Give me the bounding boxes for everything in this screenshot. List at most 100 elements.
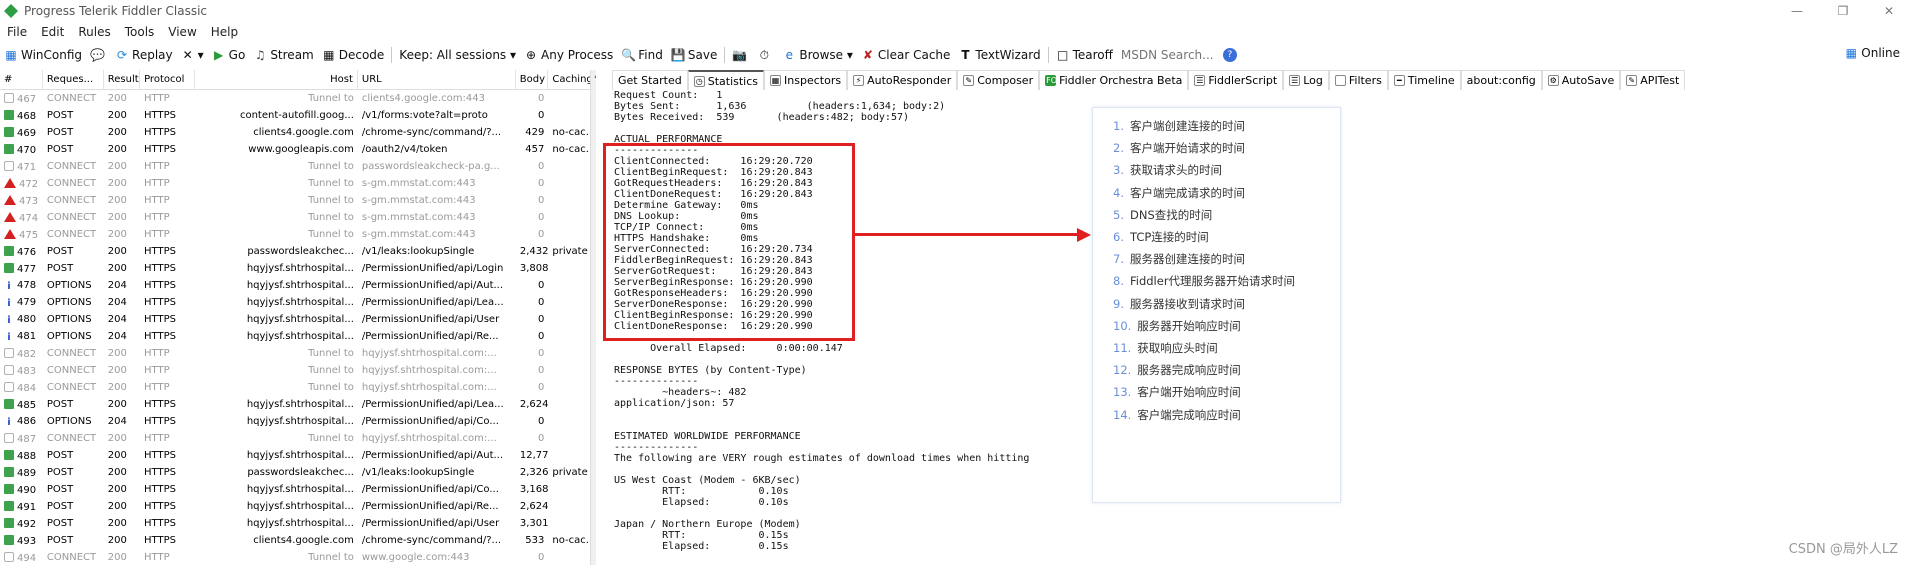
tab-apitest[interactable]: ✎ APITest (1620, 70, 1686, 90)
session-scrollbar[interactable]: ▲ (590, 70, 596, 565)
session-number: i 480 (0, 314, 43, 326)
table-row[interactable]: 490 POST 200 HTTPS hqyjysf.shtrhospital... /P… (0, 481, 596, 498)
table-row[interactable]: 485 POST 200 HTTPS hqyjysf.shtrhospital... /P… (0, 396, 596, 413)
tab-composer[interactable]: ✎ Composer (957, 70, 1040, 90)
remove-button[interactable]: ✕ ▾ (177, 48, 208, 62)
tab-get-started[interactable]: Get Started (612, 70, 688, 90)
session-number: 483 (0, 364, 43, 377)
menu-rules[interactable]: Rules (71, 25, 117, 39)
table-row[interactable]: 475 CONNECT 200 HTTP Tunnel to s-gm.mmstat.co… (0, 226, 596, 243)
table-row[interactable]: i 481 OPTIONS 204 HTTPS hqyjysf.shtrhospital.… (0, 328, 596, 345)
menu-help[interactable]: Help (204, 25, 245, 39)
screenshot-button[interactable]: 📷 (728, 48, 753, 62)
table-row[interactable]: 483 CONNECT 200 HTTP Tunnel to hqyjysf.shtrho… (0, 362, 596, 379)
any-process-button[interactable]: ⊕ Any Process (520, 48, 617, 62)
find-button[interactable]: 🔍 Find (617, 48, 667, 62)
column-protocol[interactable]: Protocol (140, 70, 196, 90)
table-row[interactable]: 467 CONNECT 200 HTTP Tunnel to clients4.googl… (0, 90, 596, 107)
tab-autoresponder[interactable]: ⚡ AutoResponder (847, 70, 958, 90)
timer-button[interactable]: ⏱ (753, 48, 778, 62)
any-process-label: Any Process (541, 48, 614, 62)
restore-icon[interactable]: ❐ (1820, 0, 1866, 22)
session-url: /chrome-sync/command/?... (361, 535, 502, 546)
tab-fiddler-orchestra[interactable]: FO Fiddler Orchestra Beta (1039, 70, 1189, 90)
go-button[interactable]: ▶ Go (208, 48, 250, 62)
tab-inspectors[interactable]: ▦ Inspectors (764, 70, 848, 90)
autoresponder-icon: ⚡ (853, 75, 865, 86)
clear-cache-button[interactable]: ✘ Clear Cache (857, 48, 955, 62)
callout-item-text: 客户端开始请求的时间 (1129, 141, 1245, 156)
table-row[interactable]: 488 POST 200 HTTPS hqyjysf.shtrhospital... /P… (0, 447, 596, 464)
table-row[interactable]: i 486 OPTIONS 204 HTTPS hqyjysf.shtrhospital.… (0, 413, 596, 430)
scroll-up-icon[interactable]: ▲ (591, 70, 596, 79)
table-row[interactable]: 470 POST 200 HTTPS www.googleapis.com/oauth2… (0, 141, 596, 158)
session-host: passwordsleakchec... (247, 467, 354, 478)
table-row[interactable]: 494 CONNECT 200 HTTP Tunnel to www.google.com… (0, 549, 596, 565)
table-row[interactable]: 476 POST 200 HTTPS passwordsleakchec... /v1/l… (0, 243, 596, 260)
table-row[interactable]: 482 CONNECT 200 HTTP Tunnel to hqyjysf.shtrho… (0, 345, 596, 362)
column-request[interactable]: Reques... (43, 70, 104, 90)
tearoff-button[interactable]: □ Tearoff (1052, 48, 1117, 62)
table-row[interactable]: 491 POST 200 HTTPS hqyjysf.shtrhospital... /P… (0, 498, 596, 515)
comment-button[interactable]: 💬 (86, 48, 111, 62)
column-caching[interactable]: Caching (548, 70, 596, 90)
callout-item: 2. 客户端开始请求的时间 (1113, 140, 1245, 156)
callout-item-number: 10. (1113, 318, 1132, 333)
session-protocol: HTTP (144, 348, 170, 359)
find-label: Find (638, 48, 663, 62)
tab-statistics[interactable]: ◷ Statistics (687, 70, 765, 90)
tab-filters[interactable]: Filters (1328, 70, 1388, 90)
column-number[interactable]: # (0, 70, 43, 90)
textwizard-button[interactable]: T TextWizard (954, 48, 1044, 62)
table-row[interactable]: 469 POST 200 HTTPS clients4.google.com/chrom… (0, 124, 596, 141)
session-body: 2,624 (519, 501, 549, 512)
table-row[interactable]: 489 POST 200 HTTPS passwordsleakchec... /v1/l… (0, 464, 596, 481)
column-url[interactable]: URL (358, 70, 516, 90)
close-icon[interactable]: ✕ (1866, 0, 1912, 22)
menu-edit[interactable]: Edit (34, 25, 71, 39)
online-status[interactable]: ▦ Online (1840, 46, 1904, 60)
request-icon (4, 126, 14, 137)
table-row[interactable]: 471 CONNECT 200 HTTP Tunnel to passwordsleakc… (0, 158, 596, 175)
menu-view[interactable]: View (161, 25, 203, 39)
table-row[interactable]: 477 POST 200 HTTPS hqyjysf.shtrhospital... /P… (0, 260, 596, 277)
column-host[interactable]: Host (195, 70, 358, 90)
session-body: 429 (525, 127, 545, 138)
table-row[interactable]: 473 CONNECT 200 HTTP Tunnel to s-gm.mmstat.co… (0, 192, 596, 209)
winconfig-button[interactable]: ▦ WinConfig (0, 48, 86, 62)
session-url: /PermissionUnified/api/Co... (361, 484, 499, 495)
help-button[interactable]: ? (1219, 48, 1244, 62)
table-row[interactable]: i 478 OPTIONS 204 HTTPS hqyjysf.shtrhospital.… (0, 277, 596, 294)
table-row[interactable]: 468 POST 200 HTTPS content-autofill.goog... /… (0, 107, 596, 124)
table-row[interactable]: 484 CONNECT 200 HTTP Tunnel to hqyjysf.shtrho… (0, 379, 596, 396)
tab-about-config[interactable]: about:config (1460, 70, 1542, 90)
table-row[interactable]: 487 CONNECT 200 HTTP Tunnel to hqyjysf.shtrho… (0, 430, 596, 447)
save-button[interactable]: 💾 Save (667, 48, 721, 62)
keep-sessions-dropdown[interactable]: Keep: All sessions ▾ (395, 48, 520, 62)
table-row[interactable]: 474 CONNECT 200 HTTP Tunnel to s-gm.mmstat.co… (0, 209, 596, 226)
menu-file[interactable]: File (0, 25, 34, 39)
table-row[interactable]: 493 POST 200 HTTPS clients4.google.com/chrom… (0, 532, 596, 549)
minimize-icon[interactable]: — (1774, 0, 1820, 22)
table-row[interactable]: 472 CONNECT 200 HTTP Tunnel to s-gm.mmstat.co… (0, 175, 596, 192)
stream-button[interactable]: ♫ Stream (249, 48, 317, 62)
menu-tools[interactable]: Tools (118, 25, 162, 39)
table-row[interactable]: 492 POST 200 HTTPS hqyjysf.shtrhospital... /P… (0, 515, 596, 532)
session-method: CONNECT (46, 212, 97, 223)
table-row[interactable]: i 480 OPTIONS 204 HTTPS hqyjysf.shtrhospital.… (0, 311, 596, 328)
tab-fiddlerscript[interactable]: ☰ FiddlerScript (1188, 70, 1284, 90)
session-body: 0 (538, 331, 545, 342)
msdn-search-input[interactable] (1120, 46, 1219, 64)
browse-button[interactable]: e Browse ▾ (778, 48, 857, 62)
column-result[interactable]: Result (104, 70, 141, 90)
table-row[interactable]: i 479 OPTIONS 204 HTTPS hqyjysf.shtrhospital.… (0, 294, 596, 311)
session-host: Tunnel to (308, 93, 354, 104)
column-body[interactable]: Body (516, 70, 549, 90)
online-label: Online (1861, 46, 1900, 60)
tab-autosave[interactable]: ⚙ AutoSave (1541, 70, 1621, 90)
session-caching: private (552, 246, 588, 257)
tab-timeline[interactable]: ━ Timeline (1387, 70, 1461, 90)
replay-button[interactable]: ⟳ Replay (111, 48, 177, 62)
decode-button[interactable]: ▦ Decode (318, 48, 389, 62)
tab-log[interactable]: ☰ Log (1283, 70, 1329, 90)
